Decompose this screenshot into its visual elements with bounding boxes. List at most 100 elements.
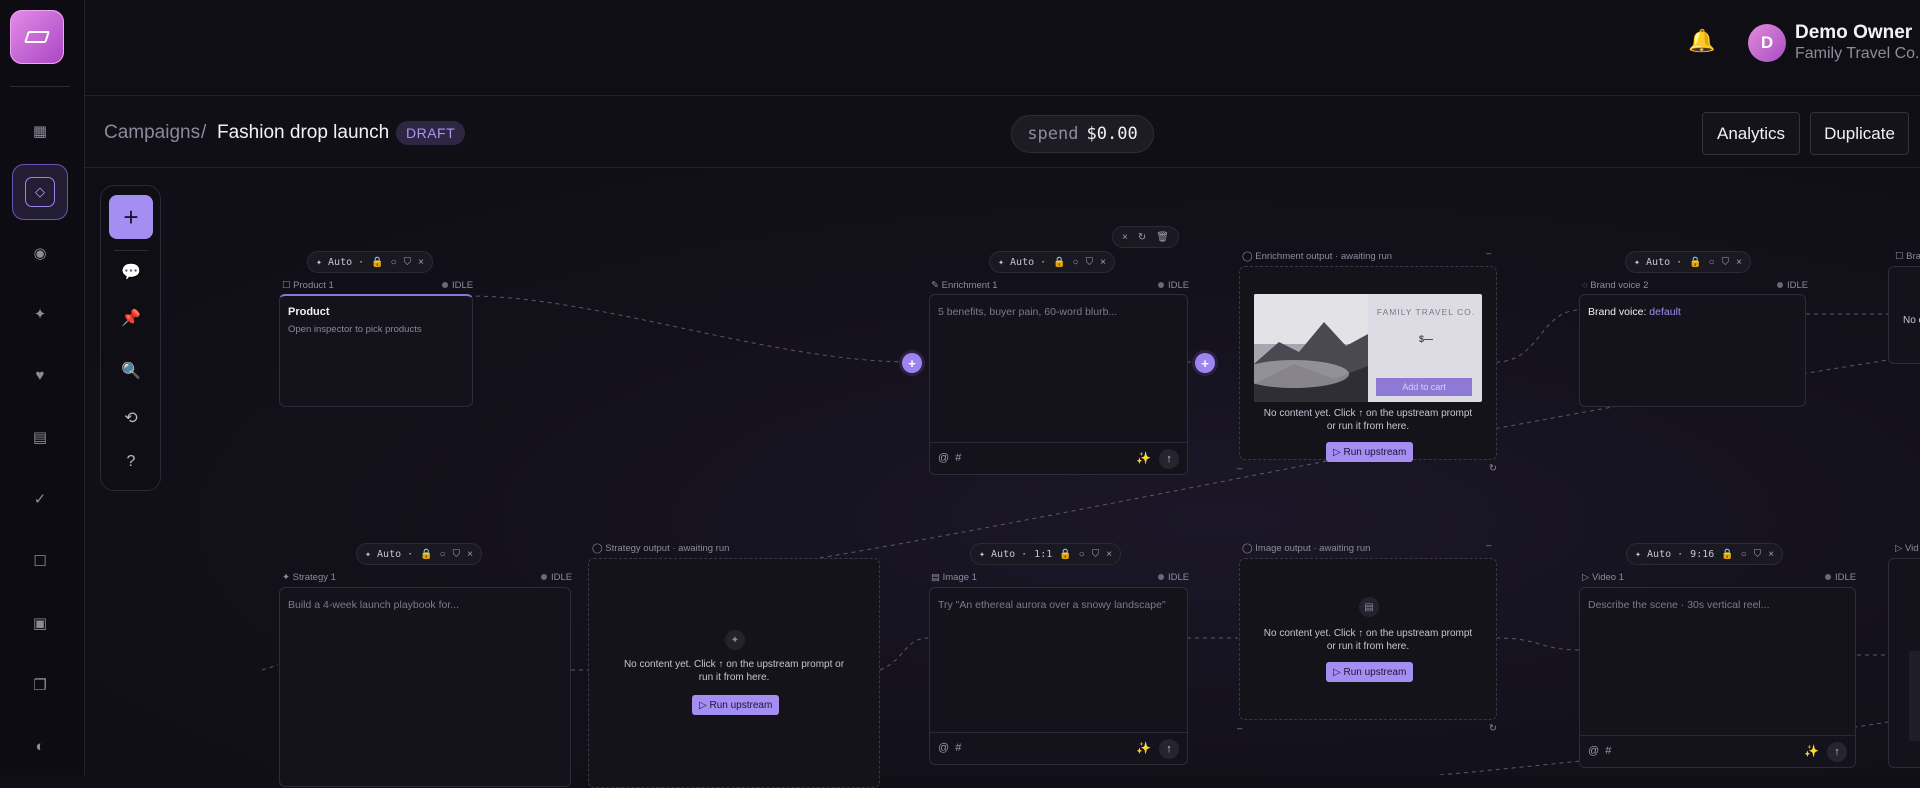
circle-icon[interactable]: ○ — [440, 549, 446, 560]
model-auto[interactable]: ✦ Auto · — [316, 257, 364, 268]
model-auto[interactable]: ✦ Auto · — [1635, 549, 1683, 560]
shield-icon[interactable]: ⛉ — [404, 257, 412, 268]
prompt-footer: @ # ✨ ↑ — [930, 442, 1187, 474]
node-header-label: Strategy 1 — [293, 572, 336, 583]
node-controls: ✦ Auto · 🔒 ○ ⛉ × — [356, 543, 482, 565]
node-title: Product — [288, 306, 330, 318]
run-upstream-button[interactable]: ▷ Run upstream — [1326, 662, 1413, 682]
shield-icon[interactable]: ⛉ — [1754, 549, 1762, 560]
video-node[interactable]: Describe the scene · 30s vertical reel..… — [1579, 587, 1856, 768]
node-header-enrichment: ✎ Enrichment 1 — [931, 280, 998, 291]
product-node[interactable]: Product Open inspector to pick products — [279, 294, 473, 407]
prompt-input[interactable]: Describe the scene · 30s vertical reel..… — [1588, 599, 1770, 611]
prompt-input[interactable]: 5 benefits, buyer pain, 60-word blurb... — [938, 306, 1117, 318]
send-button[interactable]: ↑ — [1159, 449, 1179, 469]
image-icon: ▤ — [1359, 597, 1379, 617]
strategy-node[interactable]: Build a 4-week launch playbook for... — [279, 587, 571, 787]
minimize-icon[interactable]: – — [1486, 540, 1491, 551]
minimize-icon[interactable]: – — [1237, 723, 1242, 734]
lock-icon[interactable]: 🔒 — [1721, 549, 1733, 560]
output-header-label: Strategy output · awaiting run — [605, 543, 729, 554]
output-header: ◯ Strategy output · awaiting run — [592, 543, 729, 554]
magic-icon[interactable]: ✨ — [1136, 451, 1151, 465]
send-button[interactable]: ↑ — [1827, 742, 1847, 762]
mention-button[interactable]: @ # — [938, 452, 961, 464]
close-icon[interactable]: × — [1106, 549, 1112, 560]
shield-icon[interactable]: ⛉ — [1086, 257, 1094, 268]
model-auto[interactable]: ✦ Auto · — [1634, 257, 1682, 268]
partial-node[interactable] — [1888, 558, 1920, 768]
lock-icon[interactable]: 🔒 — [371, 257, 383, 268]
magic-icon[interactable]: ✨ — [1804, 744, 1819, 758]
output-header-label: Enrichment output · awaiting run — [1255, 251, 1392, 262]
add-icon[interactable]: + — [109, 195, 153, 239]
empty-message: No content yet. Click ↑ on the upstream … — [1240, 627, 1496, 653]
mention-button[interactable]: @ # — [1588, 745, 1611, 757]
circle-icon[interactable]: ○ — [1073, 257, 1079, 268]
shield-icon[interactable]: ⛉ — [1092, 549, 1100, 560]
node-header-product: ☐ Product 1 — [282, 280, 334, 291]
mention-button[interactable]: @ # — [938, 742, 961, 754]
lock-icon[interactable]: 🔒 — [1053, 257, 1065, 268]
trash-icon[interactable]: 🗑 — [1156, 232, 1169, 243]
enrichment-node[interactable]: 5 benefits, buyer pain, 60-word blurb...… — [929, 294, 1188, 475]
prompt-input[interactable]: Build a 4-week launch playbook for... — [288, 599, 459, 611]
close-icon[interactable]: × — [418, 257, 424, 268]
node-subtitle: Open inspector to pick products — [288, 324, 422, 335]
refresh-icon[interactable]: ↻ — [1489, 463, 1497, 474]
circle-icon[interactable]: ○ — [391, 257, 397, 268]
lock-icon[interactable]: 🔒 — [1689, 257, 1701, 268]
help-icon[interactable]: ? — [118, 449, 144, 475]
node-controls: ✦ Auto · 1:1 🔒 ○ ⛉ × — [970, 543, 1121, 565]
minimize-icon[interactable]: – — [1486, 248, 1491, 259]
image-node[interactable]: Try "An ethereal aurora over a snowy lan… — [929, 587, 1188, 765]
circle-icon[interactable]: ○ — [1741, 549, 1747, 560]
history-icon[interactable]: ⟲ — [118, 405, 144, 431]
close-icon[interactable]: × — [1736, 257, 1742, 268]
comment-icon[interactable]: 💬 — [118, 259, 144, 285]
node-header-label: Image 1 — [943, 572, 977, 583]
enrichment-output-node[interactable]: FAMILY TRAVEL CO. $— Add to cart No cont… — [1239, 266, 1497, 460]
connection-left-stub — [262, 665, 278, 670]
lock-icon[interactable]: 🔒 — [420, 549, 432, 560]
run-upstream-button[interactable]: ▷ Run upstream — [692, 695, 779, 715]
lock-icon[interactable]: 🔒 — [1059, 549, 1071, 560]
node-status: IDLE — [541, 572, 572, 583]
node-header-label: Brand voice 2 — [1590, 280, 1648, 291]
brand-voice-value[interactable]: default — [1649, 306, 1681, 318]
prompt-input[interactable]: Try "An ethereal aurora over a snowy lan… — [938, 599, 1166, 611]
preview-add-to-cart: Add to cart — [1376, 378, 1472, 396]
partial-node[interactable]: No c — [1888, 266, 1920, 364]
run-upstream-button[interactable]: ▷ Run upstream — [1326, 442, 1413, 462]
minimize-icon[interactable]: – — [1237, 463, 1242, 474]
node-header-strategy: ✦ Strategy 1 — [282, 572, 336, 583]
brand-voice-node[interactable]: Brand voice: default — [1579, 294, 1806, 407]
add-connection-button[interactable]: + — [1195, 353, 1215, 373]
send-button[interactable]: ↑ — [1159, 739, 1179, 759]
close-icon[interactable]: × — [467, 549, 473, 560]
brand-voice-label: Brand voice: — [1588, 306, 1646, 318]
search-icon[interactable]: 🔍 — [118, 358, 144, 384]
close-icon[interactable]: × — [1768, 549, 1774, 560]
magic-icon[interactable]: ✨ — [1136, 741, 1151, 755]
add-connection-button[interactable]: + — [902, 353, 922, 373]
model-auto[interactable]: ✦ Auto · — [998, 257, 1046, 268]
partial-node-scrollbar[interactable] — [1909, 651, 1920, 741]
image-output-node[interactable]: ▤ No content yet. Click ↑ on the upstrea… — [1239, 558, 1497, 720]
strategy-output-node[interactable]: ✦ No content yet. Click ↑ on the upstrea… — [588, 558, 880, 788]
aspect-ratio[interactable]: 1:1 — [1034, 549, 1052, 560]
model-auto[interactable]: ✦ Auto · — [979, 549, 1027, 560]
close-icon[interactable]: × — [1100, 257, 1106, 268]
refresh-icon[interactable]: ↻ — [1489, 723, 1497, 734]
refresh-icon[interactable]: ↻ — [1138, 232, 1146, 243]
circle-icon[interactable]: ○ — [1079, 549, 1085, 560]
close-icon[interactable]: × — [1122, 232, 1128, 243]
shield-icon[interactable]: ⛉ — [453, 549, 461, 560]
aspect-ratio[interactable]: 9:16 — [1690, 549, 1714, 560]
model-auto[interactable]: ✦ Auto · — [365, 549, 413, 560]
node-header-partial: ▷ Vid — [1895, 543, 1919, 554]
output-header-label: Image output · awaiting run — [1255, 543, 1370, 554]
shield-icon[interactable]: ⛉ — [1722, 257, 1730, 268]
pin-icon[interactable]: 📌 — [118, 305, 144, 331]
circle-icon[interactable]: ○ — [1709, 257, 1715, 268]
